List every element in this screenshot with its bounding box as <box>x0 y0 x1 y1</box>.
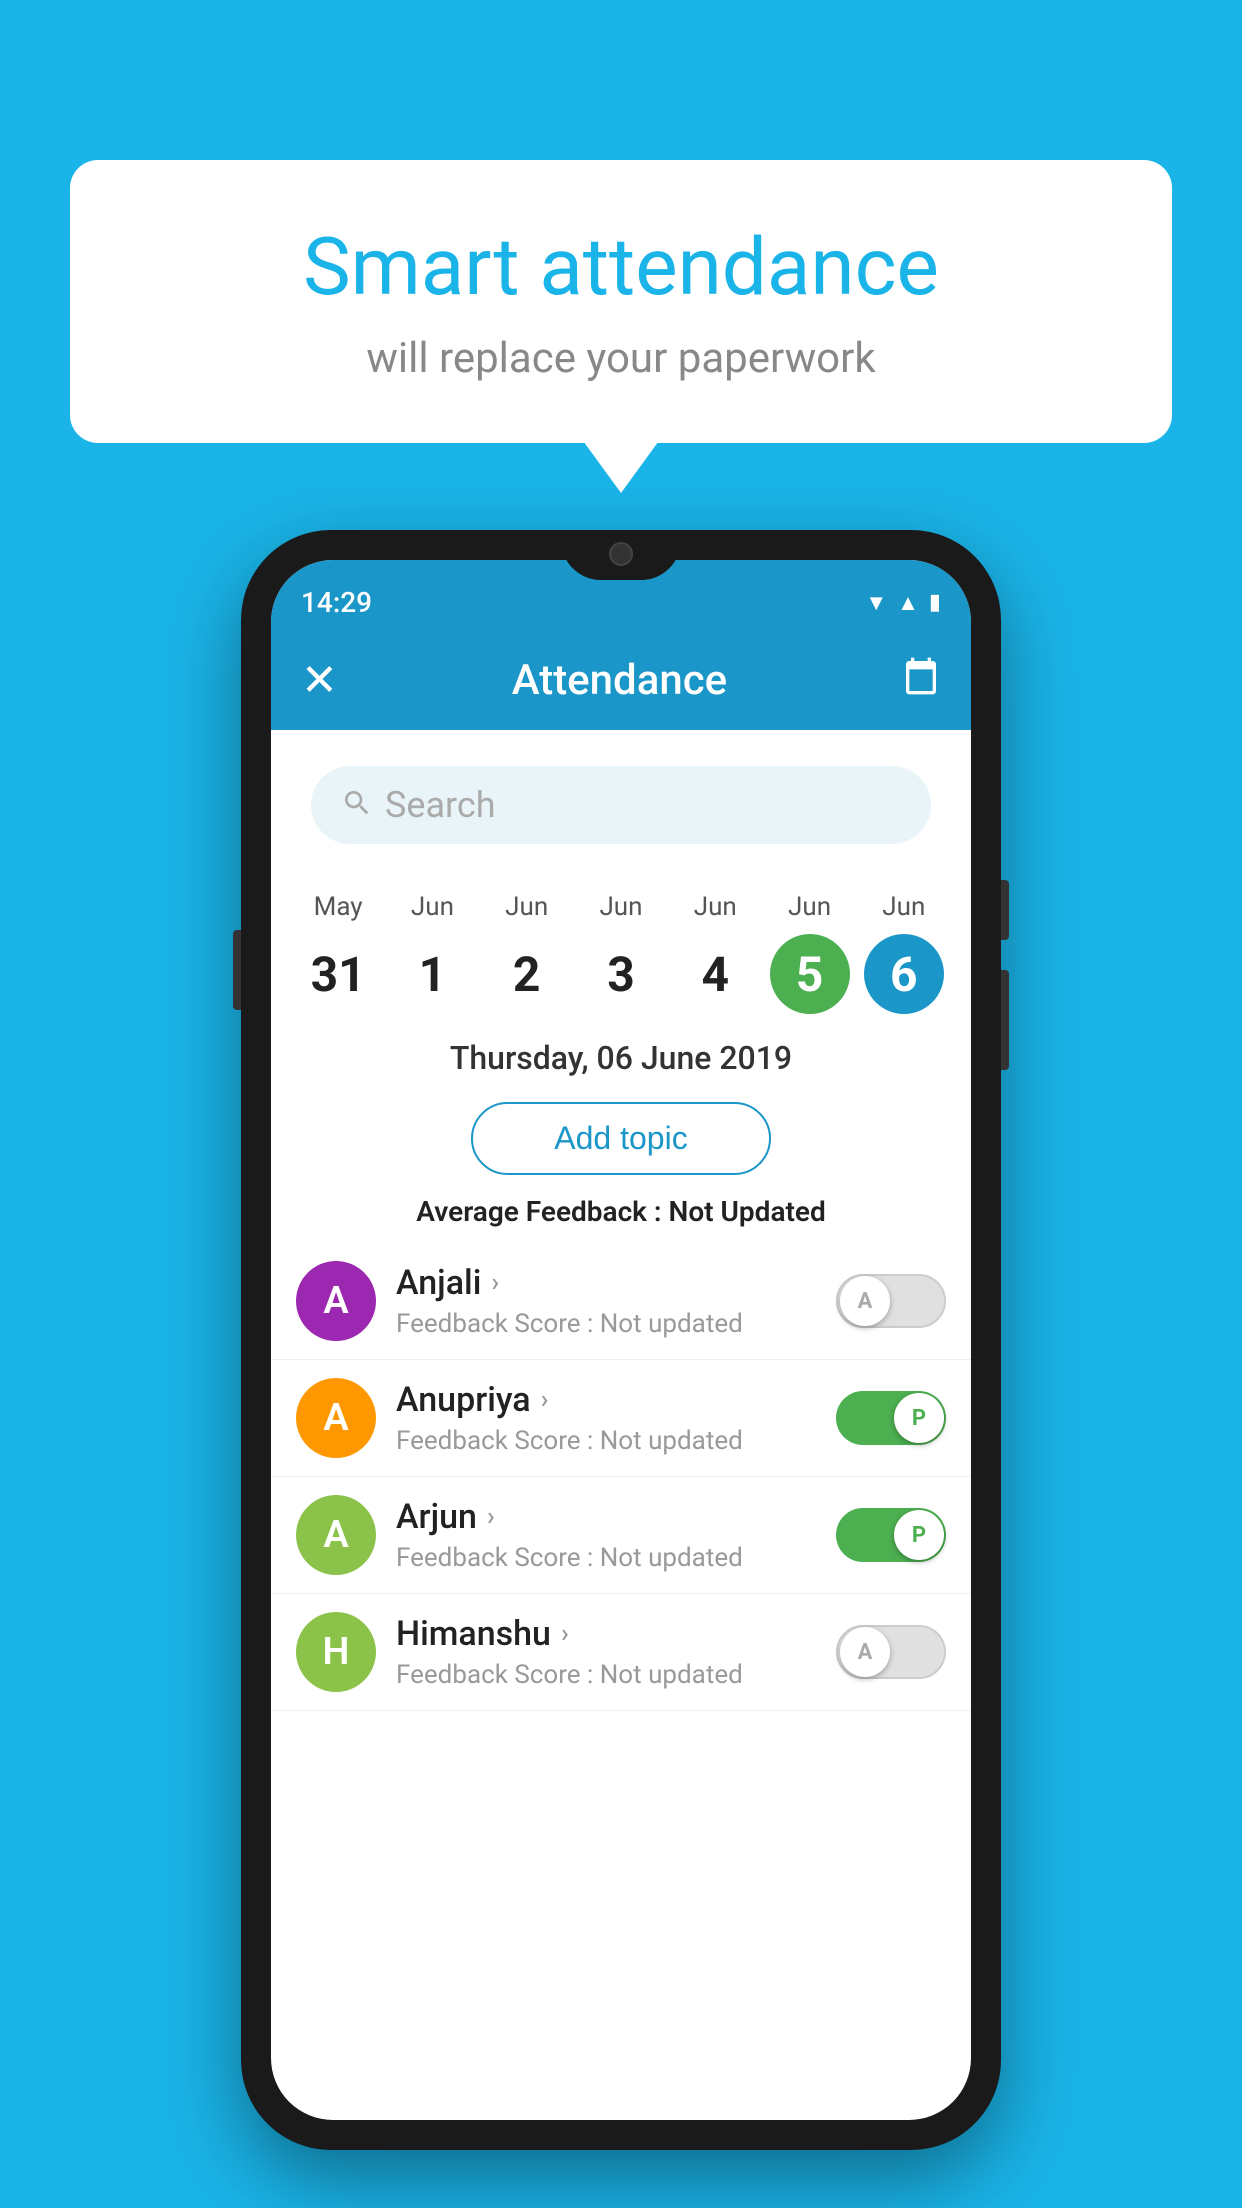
cal-day-3[interactable]: Jun 3 <box>581 892 661 1014</box>
cal-month-0: May <box>314 892 363 922</box>
status-time: 14:29 <box>301 586 372 619</box>
phone-screen: 14:29 ▼ ▲ ▮ ✕ Attendance <box>271 560 971 2120</box>
cal-month-4: Jun <box>694 892 737 922</box>
toggle-knob-2: P <box>894 1510 944 1560</box>
toggle-knob-0: A <box>840 1276 890 1326</box>
student-avatar-0: A <box>296 1261 376 1341</box>
cal-num-0[interactable]: 31 <box>298 934 378 1014</box>
student-item-0[interactable]: A Anjali › Feedback Score : Not updated A <box>271 1243 971 1360</box>
status-icons: ▼ ▲ ▮ <box>865 590 941 616</box>
cal-day-1[interactable]: Jun 1 <box>392 892 472 1014</box>
avg-feedback-label: Average Feedback : <box>416 1195 668 1228</box>
cal-month-1: Jun <box>411 892 454 922</box>
chevron-icon-2: › <box>487 1502 495 1532</box>
add-topic-button[interactable]: Add topic <box>471 1102 771 1175</box>
toggle-knob-3: A <box>840 1627 890 1677</box>
chevron-icon-3: › <box>561 1619 569 1649</box>
cal-num-3[interactable]: 3 <box>581 934 661 1014</box>
chevron-icon-0: › <box>491 1268 499 1298</box>
student-toggle-3[interactable]: A <box>836 1625 946 1679</box>
wifi-icon: ▼ <box>865 590 887 616</box>
phone-shell: 14:29 ▼ ▲ ▮ ✕ Attendance <box>241 530 1001 2150</box>
calendar-icon[interactable] <box>901 656 941 705</box>
student-item-1[interactable]: A Anupriya › Feedback Score : Not updated P <box>271 1360 971 1477</box>
student-feedback-2: Feedback Score : Not updated <box>396 1543 816 1573</box>
cal-num-4[interactable]: 4 <box>675 934 755 1014</box>
students-list: AAnjali ›Feedback Score : Not updatedAAA… <box>271 1243 971 2120</box>
student-feedback-1: Feedback Score : Not updated <box>396 1426 816 1456</box>
cal-num-2[interactable]: 2 <box>487 934 567 1014</box>
cal-day-0[interactable]: May 31 <box>298 892 378 1014</box>
toggle-knob-1: P <box>894 1393 944 1443</box>
speech-bubble-container: Smart attendance will replace your paper… <box>70 160 1172 443</box>
date-display: Thursday, 06 June 2019 <box>271 1019 971 1092</box>
bubble-title: Smart attendance <box>150 220 1092 314</box>
calendar-strip: May 31 Jun 1 Jun 2 Jun 3 Jun 4 Jun 5 Jun 6 <box>271 872 971 1019</box>
student-avatar-1: A <box>296 1378 376 1458</box>
student-item-2[interactable]: A Arjun › Feedback Score : Not updated P <box>271 1477 971 1594</box>
cal-num-1[interactable]: 1 <box>392 934 472 1014</box>
student-toggle-1[interactable]: P <box>836 1391 946 1445</box>
app-bar-title: Attendance <box>512 656 727 705</box>
cal-day-5[interactable]: Jun 5 <box>770 892 850 1014</box>
avg-feedback-value: Not Updated <box>669 1195 826 1228</box>
cal-num-5[interactable]: 5 <box>770 934 850 1014</box>
student-feedback-3: Feedback Score : Not updated <box>396 1660 816 1690</box>
phone-btn-right-bottom <box>1001 970 1009 1070</box>
student-name-0: Anjali › <box>396 1263 816 1303</box>
student-avatar-3: H <box>296 1612 376 1692</box>
phone-btn-left <box>233 930 241 1010</box>
cal-day-2[interactable]: Jun 2 <box>487 892 567 1014</box>
battery-icon: ▮ <box>929 590 941 615</box>
student-info-0: Anjali › Feedback Score : Not updated <box>396 1263 816 1339</box>
cal-num-6[interactable]: 6 <box>864 934 944 1014</box>
phone-camera <box>609 542 633 566</box>
student-name-3: Himanshu › <box>396 1614 816 1654</box>
student-info-2: Arjun › Feedback Score : Not updated <box>396 1497 816 1573</box>
student-name-2: Arjun › <box>396 1497 816 1537</box>
cal-day-4[interactable]: Jun 4 <box>675 892 755 1014</box>
signal-icon: ▲ <box>897 590 919 616</box>
student-avatar-2: A <box>296 1495 376 1575</box>
cal-month-5: Jun <box>788 892 831 922</box>
student-toggle-0[interactable]: A <box>836 1274 946 1328</box>
cal-month-6: Jun <box>882 892 925 922</box>
search-text: Search <box>385 784 496 826</box>
chevron-icon-1: › <box>541 1385 549 1415</box>
search-bar-wrapper: Search <box>271 730 971 872</box>
close-button[interactable]: ✕ <box>301 654 338 706</box>
student-info-3: Himanshu › Feedback Score : Not updated <box>396 1614 816 1690</box>
bubble-subtitle: will replace your paperwork <box>150 334 1092 383</box>
speech-bubble: Smart attendance will replace your paper… <box>70 160 1172 443</box>
cal-month-3: Jun <box>599 892 642 922</box>
student-feedback-0: Feedback Score : Not updated <box>396 1309 816 1339</box>
search-icon <box>341 787 373 823</box>
search-container[interactable]: Search <box>311 766 931 844</box>
cal-month-2: Jun <box>505 892 548 922</box>
phone-notch <box>561 530 681 580</box>
student-info-1: Anupriya › Feedback Score : Not updated <box>396 1380 816 1456</box>
app-bar: ✕ Attendance <box>271 630 971 730</box>
avg-feedback: Average Feedback : Not Updated <box>271 1195 971 1228</box>
student-toggle-2[interactable]: P <box>836 1508 946 1562</box>
cal-day-6[interactable]: Jun 6 <box>864 892 944 1014</box>
phone-btn-right-top <box>1001 880 1009 940</box>
student-item-3[interactable]: H Himanshu › Feedback Score : Not updated A <box>271 1594 971 1711</box>
student-name-1: Anupriya › <box>396 1380 816 1420</box>
phone: 14:29 ▼ ▲ ▮ ✕ Attendance <box>241 530 1001 2150</box>
